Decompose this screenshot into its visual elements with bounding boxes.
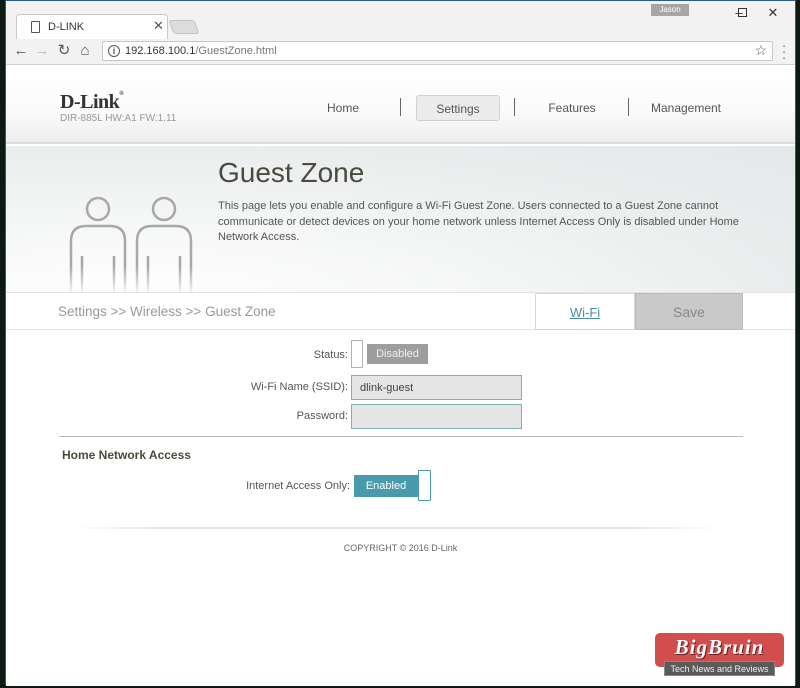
nav-separator bbox=[628, 98, 629, 116]
browser-tab[interactable]: D-LINK ✕ bbox=[16, 14, 168, 40]
guest-users-icon bbox=[68, 196, 198, 292]
bigbruin-watermark: BigBruin Tech News and Reviews bbox=[654, 632, 785, 676]
maximize-icon[interactable] bbox=[727, 3, 757, 23]
nav-settings[interactable]: Settings bbox=[416, 95, 500, 121]
info-icon[interactable]: i bbox=[108, 45, 120, 57]
ssid-label: Wi-Fi Name (SSID): bbox=[250, 381, 348, 393]
password-input[interactable] bbox=[351, 404, 522, 429]
status-toggle[interactable]: Disabled bbox=[351, 340, 429, 368]
home-icon[interactable]: ⌂ bbox=[76, 42, 94, 60]
breadcrumb-bar: Settings >> Wireless >> Guest Zone Wi-Fi… bbox=[6, 292, 795, 330]
nav-features[interactable]: Features bbox=[536, 95, 608, 121]
page-description: This page lets you enable and configure … bbox=[218, 200, 739, 243]
tab-title: D-LINK bbox=[48, 21, 85, 33]
title-bar: D-LINK ✕ Jason – ✕ bbox=[6, 1, 795, 40]
browser-menu-icon[interactable]: · · · bbox=[780, 39, 788, 64]
toggle-state: Enabled bbox=[354, 475, 418, 497]
internet-only-label: Internet Access Only: bbox=[246, 480, 350, 492]
wifi-link[interactable]: Wi-Fi bbox=[535, 293, 635, 330]
profile-badge[interactable]: Jason bbox=[651, 4, 689, 16]
watermark-tagline: Tech News and Reviews bbox=[664, 661, 775, 676]
status-label: Status: bbox=[313, 349, 348, 361]
back-icon[interactable]: ← bbox=[12, 42, 30, 60]
url-host: 192.168.100.1 bbox=[125, 45, 196, 57]
bookmark-star-icon[interactable]: ☆ bbox=[754, 42, 767, 59]
logo-mark: ® bbox=[119, 91, 124, 97]
url-text[interactable]: 192.168.100.1/GuestZone.html bbox=[125, 45, 277, 57]
new-tab-button[interactable] bbox=[168, 20, 200, 34]
copyright: COPYRIGHT © 2016 D-Link bbox=[343, 543, 458, 553]
nav-management[interactable]: Management bbox=[644, 95, 728, 121]
toggle-state: Disabled bbox=[367, 344, 428, 364]
forward-icon[interactable]: → bbox=[33, 42, 51, 60]
save-button[interactable]: Save bbox=[635, 293, 743, 330]
ssid-input[interactable] bbox=[351, 375, 522, 400]
dlink-logo: D-Link® bbox=[60, 91, 124, 114]
breadcrumb: Settings >> Wireless >> Guest Zone bbox=[58, 304, 276, 319]
page-banner: Guest Zone This page lets you enable and… bbox=[6, 146, 795, 292]
url-path: /GuestZone.html bbox=[195, 45, 277, 57]
address-bar[interactable]: i 192.168.100.1/GuestZone.html ☆ bbox=[102, 41, 773, 61]
logo-text: D-Link bbox=[60, 91, 120, 113]
password-label: Password: bbox=[296, 410, 348, 422]
page-icon bbox=[31, 21, 40, 33]
toggle-knob[interactable] bbox=[351, 340, 363, 368]
reload-icon[interactable]: ↻ bbox=[55, 42, 73, 60]
page-header: D-Link® DIR-885L HW:A1 FW:1.11 Home Sett… bbox=[6, 66, 795, 144]
footer-divider bbox=[71, 527, 721, 529]
page-title: Guest Zone bbox=[218, 157, 365, 188]
section-title: Home Network Access bbox=[62, 448, 191, 462]
window-close-icon[interactable]: ✕ bbox=[758, 3, 788, 23]
browser-window: D-LINK ✕ Jason – ✕ ← → ↻ ⌂ i 192.168.100… bbox=[5, 0, 796, 686]
nav-home[interactable]: Home bbox=[313, 95, 373, 121]
nav-separator bbox=[400, 98, 401, 116]
nav-separator bbox=[514, 98, 515, 116]
browser-toolbar: ← → ↻ ⌂ i 192.168.100.1/GuestZone.html ☆… bbox=[6, 39, 795, 65]
router-page: D-Link® DIR-885L HW:A1 FW:1.11 Home Sett… bbox=[6, 66, 795, 686]
section-divider bbox=[59, 436, 743, 437]
toggle-knob[interactable] bbox=[418, 470, 431, 501]
internet-only-toggle[interactable]: Enabled bbox=[354, 470, 432, 501]
model-info: DIR-885L HW:A1 FW:1.11 bbox=[60, 113, 177, 124]
tab-close-icon[interactable]: ✕ bbox=[153, 18, 164, 34]
